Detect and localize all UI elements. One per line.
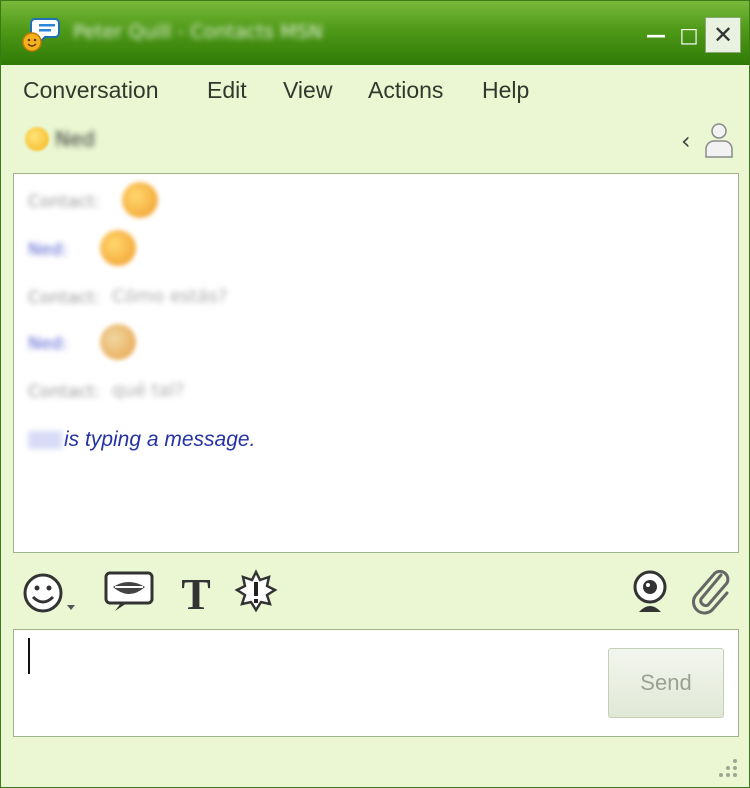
- menu-bar: Conversation Edit View Actions Help: [1, 65, 749, 115]
- nudge-icon[interactable]: [233, 569, 279, 615]
- status-icon: [25, 127, 49, 151]
- minimize-button[interactable]: —: [641, 21, 671, 49]
- menu-view[interactable]: View: [283, 77, 332, 104]
- webcam-icon[interactable]: [627, 569, 673, 615]
- maximize-button[interactable]: □: [674, 21, 704, 49]
- smiley-icon: [100, 324, 136, 360]
- menu-edit[interactable]: Edit: [207, 77, 247, 104]
- menu-help[interactable]: Help: [482, 77, 529, 104]
- send-button[interactable]: Send: [608, 648, 724, 718]
- svg-text:T: T: [181, 570, 210, 615]
- conversation-history[interactable]: Contact: Ned: Contact: Cómo estás? Ned: …: [13, 173, 739, 553]
- message-sender: Ned:: [28, 334, 68, 354]
- typing-status: is typing a message.: [28, 428, 255, 452]
- smiley-icon: [100, 230, 136, 266]
- message-text: Cómo estás?: [112, 286, 228, 307]
- title-bar[interactable]: Peter Quill - Contacts MSN — □ ✕: [1, 1, 749, 65]
- menu-actions[interactable]: Actions: [368, 77, 443, 104]
- close-button[interactable]: ✕: [705, 17, 741, 53]
- window-title: Peter Quill - Contacts MSN: [73, 21, 323, 43]
- typing-text: is typing a message.: [64, 428, 256, 451]
- message-input[interactable]: Send: [13, 629, 739, 737]
- message-sender: Contact:: [28, 192, 100, 212]
- contact-header: Ned ‹: [1, 119, 749, 165]
- smiley-icon: [122, 182, 158, 218]
- typing-contact-name: [28, 431, 62, 450]
- message-sender: Contact:: [28, 288, 100, 308]
- message-sender: Ned:: [28, 240, 68, 260]
- text-font-icon[interactable]: T: [173, 569, 219, 619]
- contact-name[interactable]: Ned: [55, 127, 95, 151]
- person-icon[interactable]: [703, 121, 735, 159]
- lips-icon[interactable]: [103, 569, 155, 615]
- conversation-window: Peter Quill - Contacts MSN — □ ✕ Convers…: [0, 0, 750, 788]
- messenger-logo-icon: [21, 15, 61, 53]
- message-sender: Contact:: [28, 382, 100, 402]
- compose-toolbar: T: [1, 561, 749, 623]
- chevron-left-icon[interactable]: ‹: [681, 127, 691, 155]
- text-caret: [28, 638, 30, 674]
- paperclip-icon[interactable]: [689, 569, 735, 615]
- message-text: qué tal?: [112, 380, 185, 401]
- smiley-icon[interactable]: [21, 569, 85, 615]
- menu-conversation[interactable]: Conversation: [23, 77, 159, 104]
- resize-grip-icon[interactable]: [713, 753, 739, 779]
